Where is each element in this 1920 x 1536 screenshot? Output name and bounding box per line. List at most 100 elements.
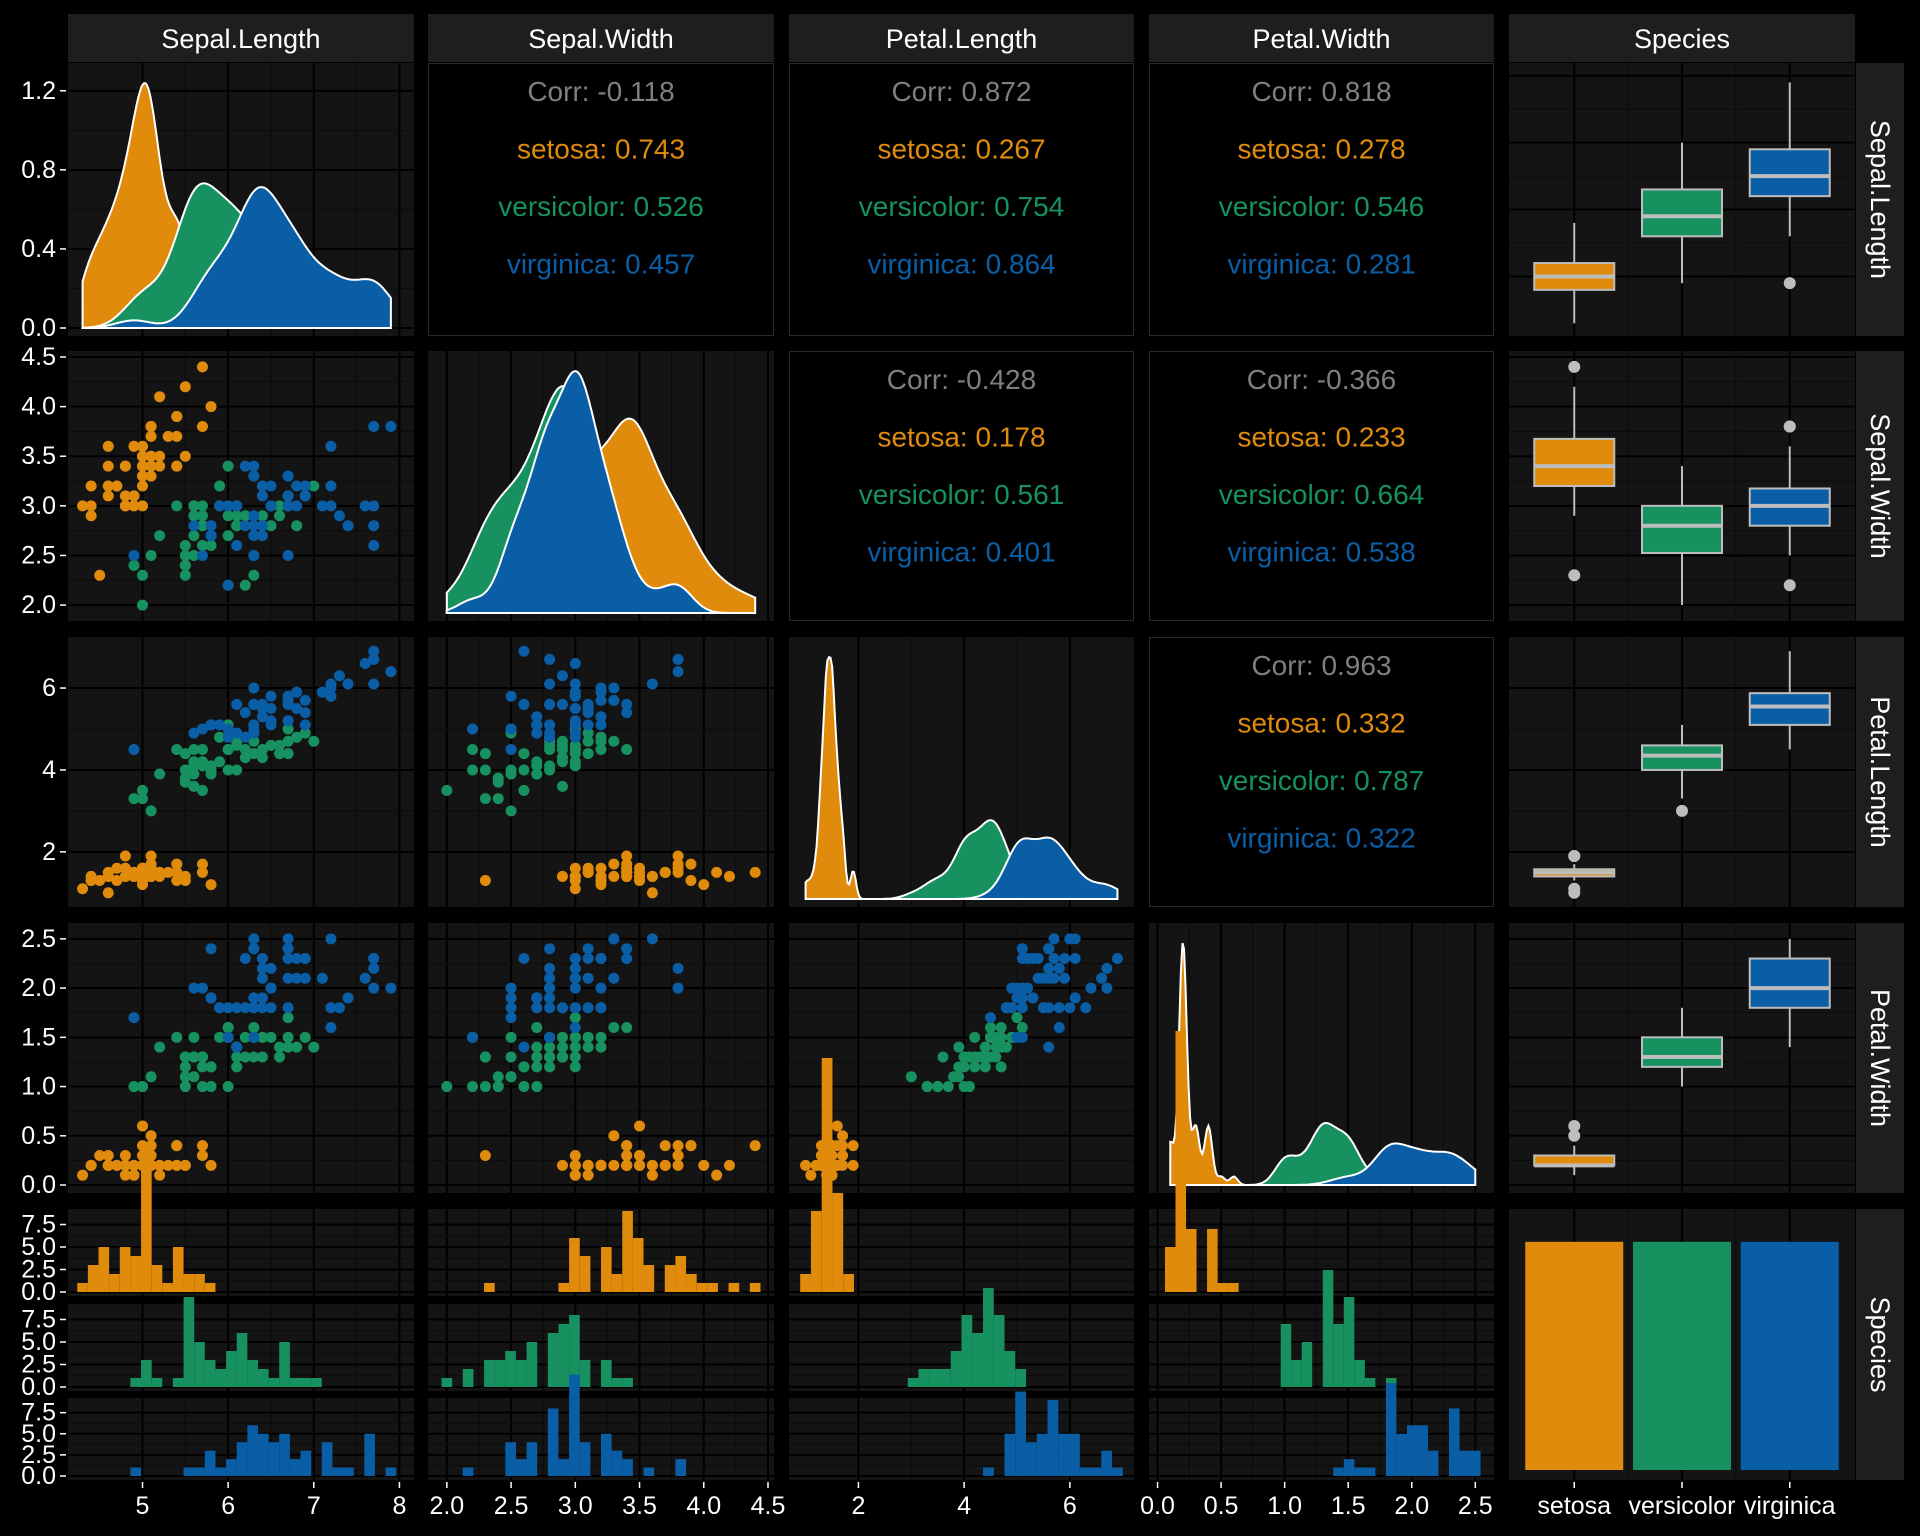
histogram-bar	[558, 1283, 570, 1292]
histogram-bar	[311, 1378, 322, 1387]
x-tick-label: 6	[221, 1492, 235, 1520]
y-tick-label: 2.5	[21, 925, 56, 953]
scatter-point-versicolor	[274, 510, 286, 522]
y-tick-label: 0.0	[21, 314, 56, 342]
scatter-point-versicolor	[441, 1081, 453, 1093]
scatter-point-versicolor	[990, 1051, 1002, 1063]
scatter-point-versicolor	[222, 530, 234, 542]
histogram-bar	[236, 1442, 248, 1476]
scatter-point-versicolor	[937, 1051, 949, 1063]
scatter-point-virginica	[291, 686, 303, 698]
scatter-point-virginica	[621, 953, 633, 965]
histogram-bar	[1004, 1351, 1016, 1387]
histogram-bar	[558, 1324, 570, 1387]
scatter-point-versicolor	[222, 1081, 234, 1093]
scatter-point-virginica	[595, 1002, 607, 1014]
scatter-point-virginica	[582, 943, 594, 955]
histogram-bar	[247, 1425, 258, 1476]
histogram-bar	[961, 1315, 973, 1387]
boxplot-outlier	[1676, 804, 1688, 817]
scatter-point-versicolor	[974, 1051, 986, 1063]
histogram-bar	[1047, 1400, 1059, 1476]
scatter-point-setosa	[154, 450, 166, 462]
scatter-point-setosa	[672, 862, 684, 874]
histogram-bar	[1015, 1369, 1027, 1387]
correlation-virginica-label: virginica: 0.538	[1227, 537, 1415, 568]
scatter-point-versicolor	[196, 500, 208, 512]
correlation-setosa-label: setosa: 0.178	[877, 422, 1045, 453]
scatter-point-versicolor	[985, 1031, 997, 1043]
scatter-point-virginica	[282, 1002, 294, 1014]
histogram-bar	[183, 1467, 195, 1476]
scatter-point-versicolor	[492, 776, 504, 788]
x-tick-label-species: virginica	[1744, 1492, 1836, 1520]
scatter-point-virginica	[205, 530, 217, 542]
scatter-point-virginica	[1064, 1002, 1076, 1014]
x-tick-label: 4	[957, 1492, 971, 1520]
iris-pairs-plot: Sepal.Length Sepal.Width Petal.Length Petal…	[21, 14, 1904, 1520]
scatter-point-virginica	[556, 698, 568, 710]
histogram-bar	[579, 1256, 591, 1292]
scatter-point-setosa	[569, 1169, 581, 1181]
histogram-bar	[484, 1283, 495, 1292]
histogram-bar	[300, 1378, 312, 1387]
scatter-point-virginica	[128, 549, 140, 561]
scatter-point-setosa	[145, 862, 157, 874]
scatter-point-versicolor	[985, 1021, 997, 1033]
row-strip-label: Species	[1865, 1296, 1895, 1392]
scatter-point-virginica	[505, 743, 517, 755]
scatter-point-virginica	[282, 490, 294, 502]
scatter-point-virginica	[248, 1031, 260, 1043]
scatter-point-virginica	[1022, 953, 1034, 965]
scatter-point-versicolor	[145, 1071, 157, 1083]
scatter-point-setosa	[119, 1149, 131, 1161]
scatter-point-setosa	[196, 361, 208, 373]
scatter-point-virginica	[621, 943, 633, 955]
scatter-point-versicolor	[479, 793, 491, 805]
scatter-point-virginica	[265, 715, 277, 727]
scatter-point-virginica	[1022, 982, 1034, 994]
scatter-point-versicolor	[518, 764, 530, 776]
histogram-bar	[484, 1360, 495, 1387]
histogram-bar	[183, 1297, 195, 1387]
correlation-setosa-label: setosa: 0.278	[1237, 134, 1405, 165]
scatter-point-virginica	[531, 992, 543, 1004]
scatter-point-virginica	[248, 992, 260, 1004]
histogram-bar	[983, 1467, 994, 1476]
histogram-bar	[1112, 1467, 1123, 1476]
scatter-point-virginica	[248, 520, 260, 532]
scatter-point-virginica	[368, 540, 380, 552]
scatter-point-versicolor	[231, 1061, 243, 1073]
scatter-point-setosa	[196, 1149, 208, 1161]
species-count-bar-versicolor	[1633, 1241, 1731, 1470]
scatter-point-versicolor	[179, 776, 191, 788]
scatter-point-versicolor	[963, 1051, 975, 1063]
y-tick-label: 3.5	[21, 442, 56, 470]
scatter-point-versicolor	[137, 569, 149, 581]
scatter-point-versicolor	[231, 764, 243, 776]
scatter-point-setosa	[608, 858, 620, 870]
scatter-point-virginica	[248, 682, 260, 694]
scatter-point-virginica	[518, 698, 530, 710]
scatter-point-virginica	[544, 1002, 556, 1014]
row-strip-label: Petal.Length	[1865, 696, 1895, 848]
scatter-point-setosa	[646, 1169, 658, 1181]
histogram-bar	[1417, 1425, 1428, 1476]
histogram-bar	[749, 1283, 761, 1292]
scatter-point-setosa	[569, 870, 581, 882]
x-tick-label: 5	[136, 1492, 150, 1520]
scatter-point-setosa	[672, 1140, 684, 1152]
scatter-point-versicolor	[179, 748, 191, 760]
scatter-point-virginica	[248, 943, 260, 955]
scatter-point-versicolor	[544, 760, 556, 772]
histogram-bar	[611, 1450, 623, 1476]
scatter-point-virginica	[544, 731, 556, 743]
scatter-point-virginica	[595, 953, 607, 965]
scatter-point-versicolor	[291, 1041, 303, 1053]
scatter-point-setosa	[608, 1130, 620, 1142]
scatter-point-versicolor	[969, 1031, 981, 1043]
histogram-bar	[215, 1369, 227, 1387]
scatter-point-versicolor	[963, 1081, 975, 1093]
y-tick-label: 1.0	[21, 1073, 56, 1101]
scatter-point-virginica	[582, 1002, 594, 1014]
